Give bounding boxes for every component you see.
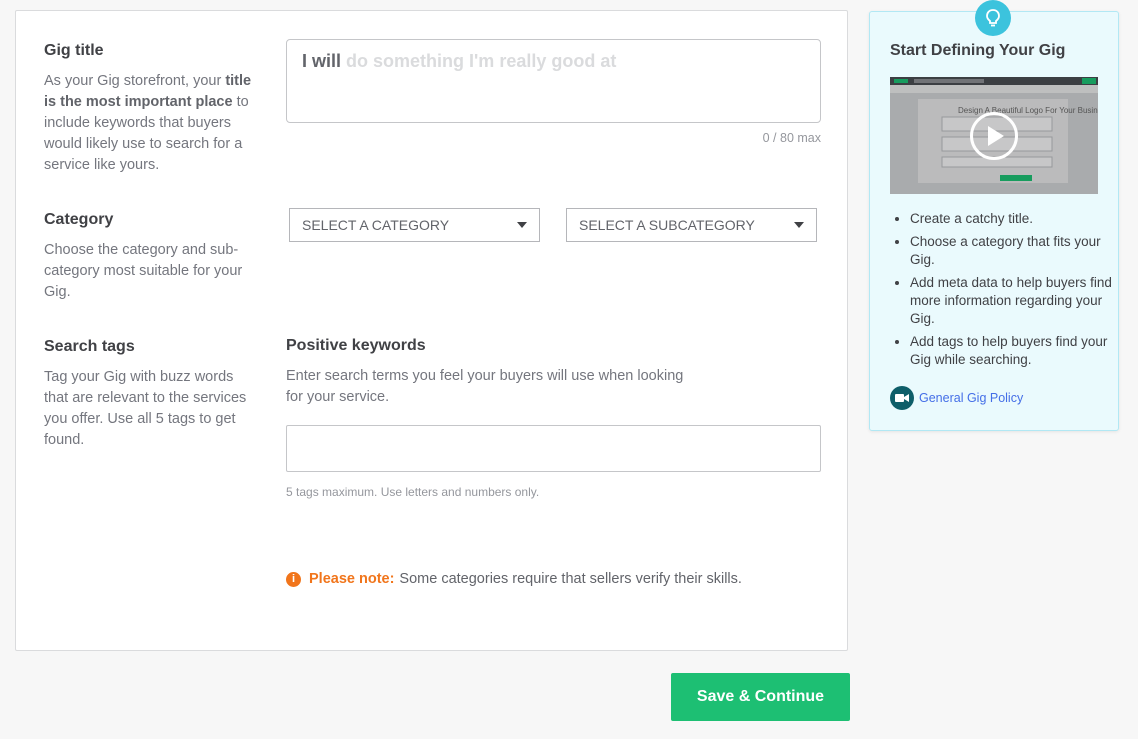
tutorial-video[interactable]: Design A Beautiful Logo For Your Busines…: [890, 77, 1098, 194]
gig-overview-form: Gig title As your Gig storefront, your t…: [15, 10, 848, 651]
video-camera-icon: [890, 386, 914, 410]
positive-keywords-description: Enter search terms you feel your buyers …: [286, 368, 684, 405]
search-tags-description: Tag your Gig with buzz words that are re…: [44, 369, 247, 448]
tip-item: Create a catchy title.: [910, 210, 1125, 228]
tip-item: Add tags to help buyers find your Gig wh…: [910, 333, 1125, 369]
category-description: Choose the category and sub-category mos…: [44, 242, 243, 300]
search-tags-label: Search tags: [44, 338, 135, 355]
tip-item: Add meta data to help buyers find more i…: [910, 274, 1125, 328]
subcategory-select-value: SELECT A SUBCATEGORY: [579, 217, 755, 233]
gig-title-label: Gig title: [44, 42, 104, 59]
save-continue-button[interactable]: Save & Continue: [671, 673, 850, 721]
gig-title-prefix: I will: [302, 51, 342, 71]
subcategory-select[interactable]: SELECT A SUBCATEGORY: [566, 208, 817, 242]
search-tags-hint: 5 tags maximum. Use letters and numbers …: [286, 485, 540, 499]
search-tags-input[interactable]: [286, 425, 821, 472]
tip-panel: Start Defining Your Gig Design A Beautif…: [869, 0, 1119, 431]
gig-title-char-count: 0 / 80 max: [762, 131, 821, 145]
info-icon: i: [286, 571, 301, 587]
tip-panel-title: Start Defining Your Gig: [890, 42, 1066, 59]
gig-title-placeholder: do something I'm really good at: [346, 51, 617, 71]
category-label: Category: [44, 211, 114, 228]
tip-item: Choose a category that fits your Gig.: [910, 233, 1125, 269]
gig-title-description: As your Gig storefront, your title is th…: [44, 73, 252, 173]
category-section: Category Choose the category and sub-cat…: [44, 210, 259, 303]
category-select[interactable]: SELECT A CATEGORY: [289, 208, 540, 242]
please-note-text: Some categories require that sellers ver…: [399, 571, 742, 587]
positive-keywords-title: Positive keywords: [286, 337, 426, 354]
general-gig-policy-label[interactable]: General Gig Policy: [919, 391, 1023, 405]
video-caption: Design A Beautiful Logo For Your Busines…: [958, 106, 1098, 115]
gig-title-input[interactable]: I will do something I'm really good at: [286, 39, 821, 123]
lightbulb-icon: [975, 0, 1011, 36]
caret-down-icon: [517, 222, 527, 228]
tip-list: Create a catchy title. Choose a category…: [890, 210, 1125, 374]
play-icon[interactable]: [970, 112, 1018, 160]
gig-title-section: Gig title As your Gig storefront, your t…: [44, 41, 259, 176]
please-note: i Please note: Some categories require t…: [286, 571, 742, 587]
general-gig-policy-link[interactable]: General Gig Policy: [890, 386, 1023, 410]
caret-down-icon: [794, 222, 804, 228]
category-select-value: SELECT A CATEGORY: [302, 217, 450, 233]
please-note-label: Please note:: [309, 571, 395, 587]
search-tags-section: Search tags Tag your Gig with buzz words…: [44, 337, 259, 451]
